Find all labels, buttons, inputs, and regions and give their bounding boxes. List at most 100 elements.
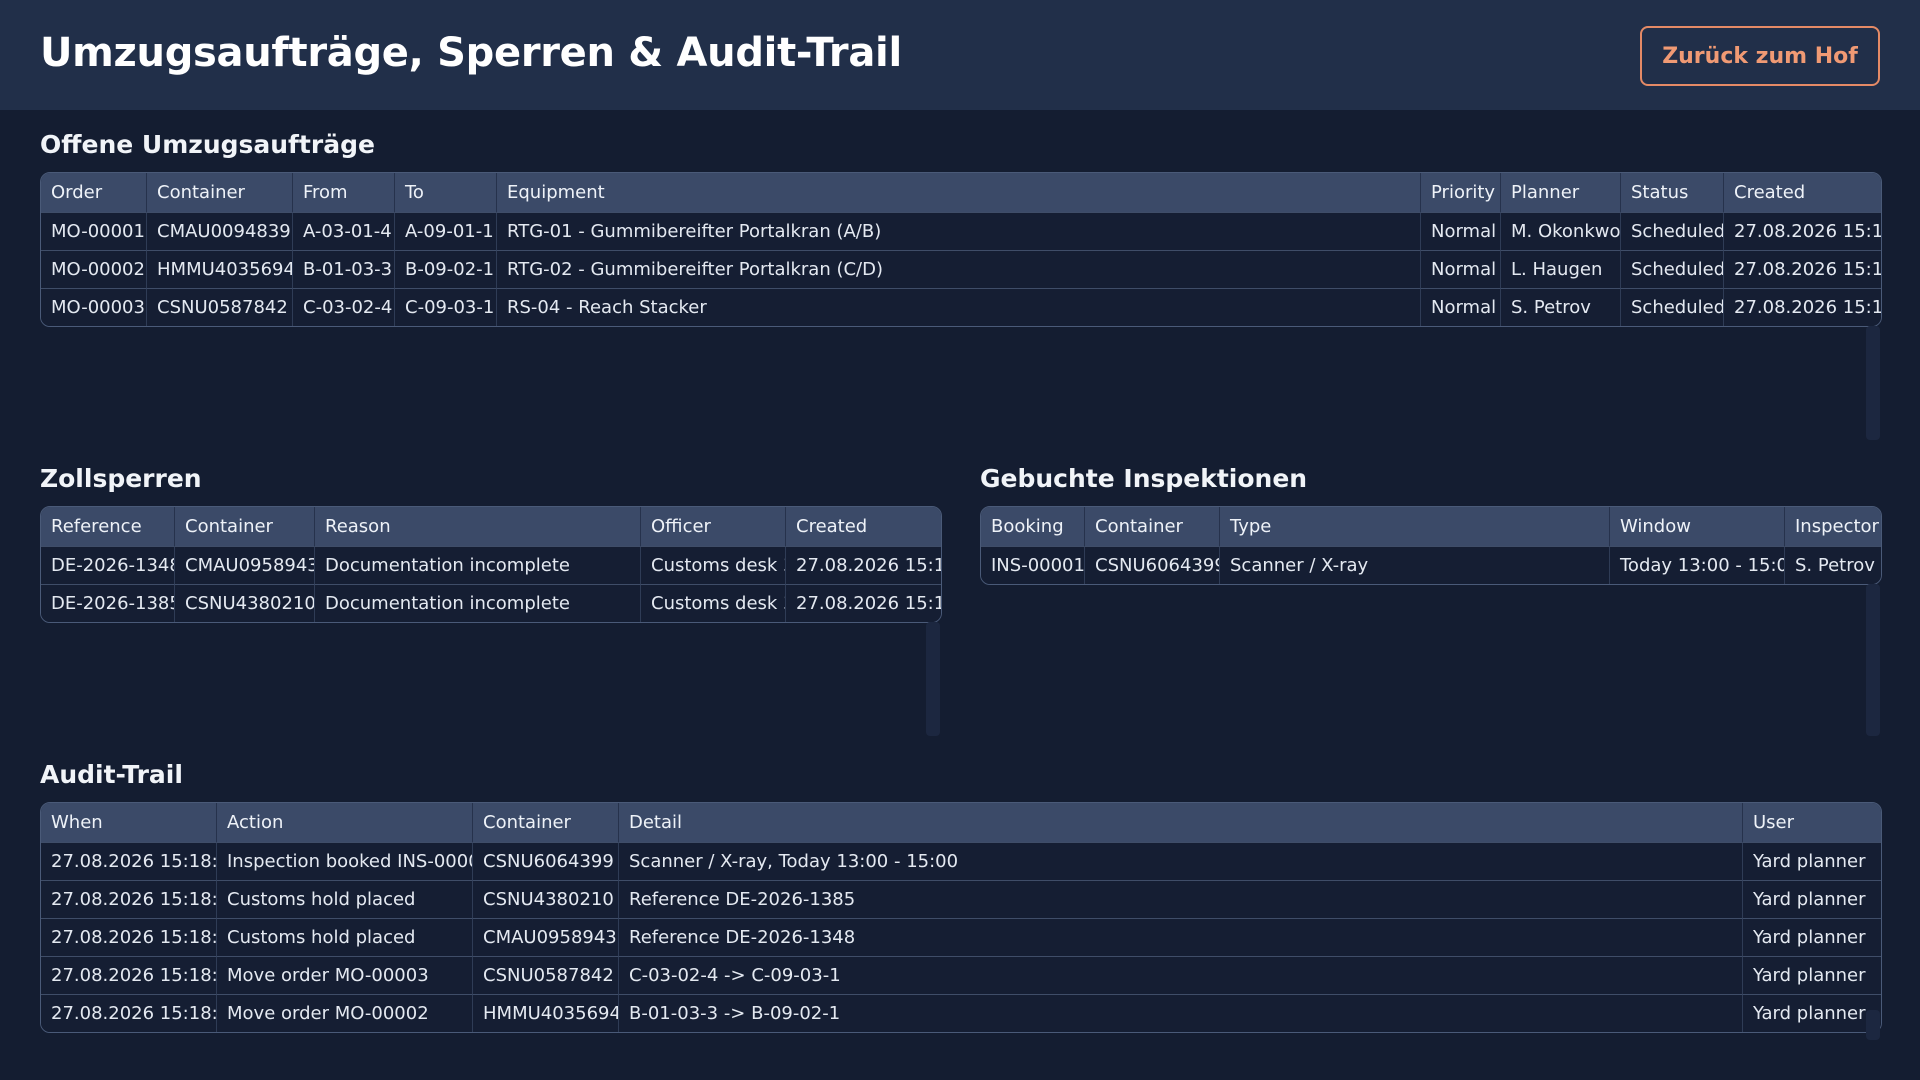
column-header-equipment[interactable]: Equipment	[497, 173, 1421, 212]
cell-planner: M. Okonkwo	[1501, 212, 1621, 250]
cell-officer: Customs desk 3	[641, 584, 786, 622]
column-header-container[interactable]: Container	[175, 507, 315, 546]
cell-to: A-09-01-1	[395, 212, 497, 250]
column-header-action[interactable]: Action	[217, 803, 473, 842]
cell-detail: Scanner / X-ray, Today 13:00 - 15:00	[619, 842, 1743, 880]
cell-when: 27.08.2026 15:18:59	[41, 994, 217, 1032]
cell-container: CSNU6064399	[473, 842, 619, 880]
cell-to: C-09-03-1	[395, 288, 497, 326]
customs-holds-table: Reference Container Reason Officer Created D…	[40, 506, 942, 623]
customs-hold-row[interactable]: DE-2026-1385 CSNU4380210 Documentation inc…	[41, 584, 941, 622]
cell-detail: B-01-03-3 -> B-09-02-1	[619, 994, 1743, 1032]
cell-status: Scheduled	[1621, 250, 1724, 288]
customs-holds-scrollbar[interactable]	[926, 622, 940, 736]
audit-trail-scrollbar[interactable]	[1866, 1010, 1880, 1040]
column-header-reference[interactable]: Reference	[41, 507, 175, 546]
cell-container: CSNU4380210	[473, 880, 619, 918]
cell-priority: Normal	[1421, 288, 1501, 326]
column-header-created[interactable]: Created	[786, 507, 941, 546]
cell-order: MO-00003	[41, 288, 147, 326]
move-orders-title: Offene Umzugsaufträge	[40, 130, 375, 159]
cell-container: HMMU4035694	[473, 994, 619, 1032]
cell-priority: Normal	[1421, 250, 1501, 288]
cell-type: Scanner / X-ray	[1220, 546, 1610, 584]
audit-trail-row[interactable]: 27.08.2026 15:18:59Move order MO-00002HM…	[41, 994, 1881, 1032]
column-header-detail[interactable]: Detail	[619, 803, 1743, 842]
column-header-reason[interactable]: Reason	[315, 507, 641, 546]
audit-trail-title: Audit-Trail	[40, 760, 183, 789]
customs-holds-table-wrap: Reference Container Reason Officer Created D…	[40, 506, 942, 623]
column-header-when[interactable]: When	[41, 803, 217, 842]
cell-equipment: RS-04 - Reach Stacker	[497, 288, 1421, 326]
cell-user: Yard planner	[1743, 994, 1881, 1032]
cell-container: CMAU0094839	[147, 212, 293, 250]
column-header-order[interactable]: Order	[41, 173, 147, 212]
inspections-scrollbar[interactable]	[1866, 584, 1880, 736]
column-header-planner[interactable]: Planner	[1501, 173, 1621, 212]
column-header-priority[interactable]: Priority	[1421, 173, 1501, 212]
cell-when: 27.08.2026 15:18:59	[41, 880, 217, 918]
cell-created: 27.08.2026 15:18	[786, 584, 941, 622]
column-header-user[interactable]: User	[1743, 803, 1881, 842]
cell-container: CSNU6064399	[1085, 546, 1220, 584]
column-header-container[interactable]: Container	[473, 803, 619, 842]
audit-trail-row[interactable]: 27.08.2026 15:18:59Inspection booked INS…	[41, 842, 1881, 880]
column-header-inspector[interactable]: Inspector	[1785, 507, 1881, 546]
audit-trail-table-wrap: When Action Container Detail User 27.08.2026…	[40, 802, 1882, 1033]
cell-when: 27.08.2026 15:18:59	[41, 842, 217, 880]
customs-hold-row[interactable]: DE-2026-1348 CMAU0958943 Documentation inc…	[41, 546, 941, 584]
cell-user: Yard planner	[1743, 880, 1881, 918]
back-to-yard-button[interactable]: Zurück zum Hof	[1640, 26, 1880, 86]
cell-reason: Documentation incomplete	[315, 584, 641, 622]
column-header-officer[interactable]: Officer	[641, 507, 786, 546]
cell-container: CMAU0958943	[175, 546, 315, 584]
cell-officer: Customs desk 3	[641, 546, 786, 584]
move-order-row[interactable]: MO-00003 CSNU0587842 C-03-02-4 C-09-03-1 RS-…	[41, 288, 1881, 326]
cell-from: B-01-03-3	[293, 250, 395, 288]
audit-trail-row[interactable]: 27.08.2026 15:18:59Customs hold placedCS…	[41, 880, 1881, 918]
column-header-status[interactable]: Status	[1621, 173, 1724, 212]
move-order-row[interactable]: MO-00001 CMAU0094839 A-03-01-4 A-09-01-1 RTG…	[41, 212, 1881, 250]
audit-trail-row[interactable]: 27.08.2026 15:18:59Customs hold placedCM…	[41, 918, 1881, 956]
cell-when: 27.08.2026 15:18:59	[41, 918, 217, 956]
cell-booking: INS-00001	[981, 546, 1085, 584]
cell-planner: L. Haugen	[1501, 250, 1621, 288]
cell-container: HMMU4035694	[147, 250, 293, 288]
column-header-from[interactable]: From	[293, 173, 395, 212]
cell-reason: Documentation incomplete	[315, 546, 641, 584]
cell-priority: Normal	[1421, 212, 1501, 250]
cell-to: B-09-02-1	[395, 250, 497, 288]
cell-action: Customs hold placed	[217, 880, 473, 918]
cell-planner: S. Petrov	[1501, 288, 1621, 326]
cell-container: CMAU0958943	[473, 918, 619, 956]
cell-window: Today 13:00 - 15:00	[1610, 546, 1785, 584]
column-header-to[interactable]: To	[395, 173, 497, 212]
cell-status: Scheduled	[1621, 288, 1724, 326]
cell-reference: DE-2026-1385	[41, 584, 175, 622]
cell-from: A-03-01-4	[293, 212, 395, 250]
move-orders-table: Order Container From To Equipment Priority Pla…	[40, 172, 1882, 327]
cell-container: CSNU4380210	[175, 584, 315, 622]
page-title: Umzugsaufträge, Sperren & Audit-Trail	[40, 30, 902, 76]
column-header-container[interactable]: Container	[1085, 507, 1220, 546]
cell-status: Scheduled	[1621, 212, 1724, 250]
audit-trail-row[interactable]: 27.08.2026 15:18:59Move order MO-00003CS…	[41, 956, 1881, 994]
cell-when: 27.08.2026 15:18:59	[41, 956, 217, 994]
cell-user: Yard planner	[1743, 842, 1881, 880]
column-header-type[interactable]: Type	[1220, 507, 1610, 546]
cell-detail: Reference DE-2026-1348	[619, 918, 1743, 956]
inspections-title: Gebuchte Inspektionen	[980, 464, 1308, 493]
cell-action: Customs hold placed	[217, 918, 473, 956]
cell-user: Yard planner	[1743, 918, 1881, 956]
move-orders-scrollbar[interactable]	[1866, 326, 1880, 440]
cell-action: Move order MO-00002	[217, 994, 473, 1032]
column-header-container[interactable]: Container	[147, 173, 293, 212]
move-order-row[interactable]: MO-00002 HMMU4035694 B-01-03-3 B-09-02-1 RTG…	[41, 250, 1881, 288]
cell-detail: Reference DE-2026-1385	[619, 880, 1743, 918]
cell-detail: C-03-02-4 -> C-09-03-1	[619, 956, 1743, 994]
cell-created: 27.08.2026 15:18	[1724, 250, 1881, 288]
column-header-booking[interactable]: Booking	[981, 507, 1085, 546]
inspection-row[interactable]: INS-00001 CSNU6064399 Scanner / X-ray Today…	[981, 546, 1881, 584]
column-header-window[interactable]: Window	[1610, 507, 1785, 546]
column-header-created[interactable]: Created	[1724, 173, 1881, 212]
